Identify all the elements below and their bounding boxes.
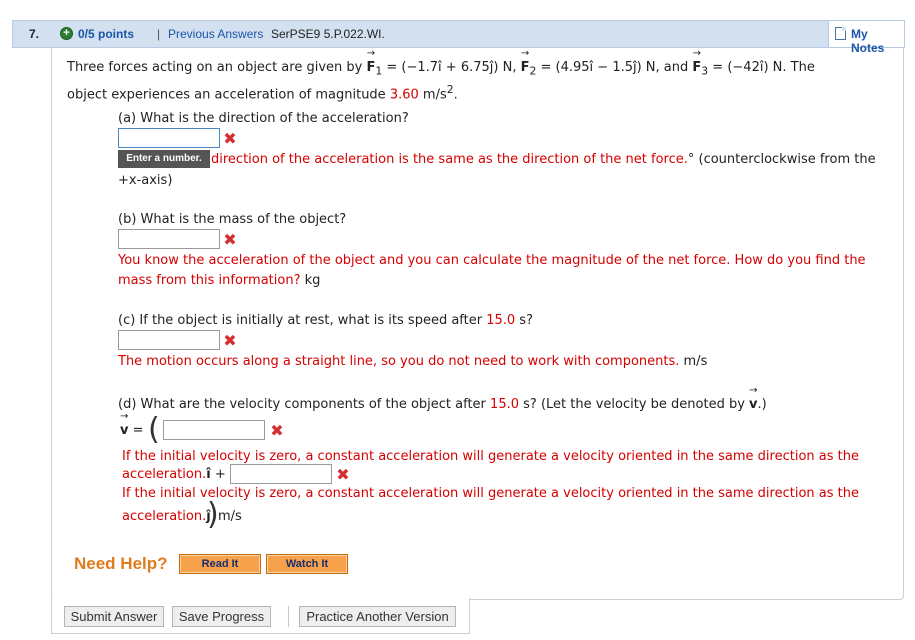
problem-text: Three forces acting on an object are giv… <box>67 60 367 75</box>
part-c-time: 15.0 <box>486 313 516 328</box>
part-a-unit: ° (counterclockwise from the <box>687 152 876 167</box>
part-b-feedback-2: mass from this information? <box>118 273 301 288</box>
f2-expression: = (4.95î − 1.5ĵ) N, and <box>536 60 693 75</box>
open-paren: ( <box>148 412 160 447</box>
button-divider <box>288 606 289 627</box>
part-d-feedback-2-line: acceleration.î + <box>122 467 226 482</box>
part-d-feedback-4: acceleration. <box>122 509 207 524</box>
vector-f3: F <box>692 48 701 75</box>
part-a-feedback-line: direction of the acceleration is the sam… <box>211 152 876 167</box>
part-c-feedback: The motion occurs along a straight line,… <box>118 354 680 369</box>
incorrect-x-icon: ✖ <box>270 421 284 440</box>
part-d-question: (d) What are the velocity components of … <box>118 385 767 412</box>
part-a-feedback: direction of the acceleration is the sam… <box>211 152 688 167</box>
part-d-time: 15.0 <box>490 397 519 412</box>
part-c-feedback-line: The motion occurs along a straight line,… <box>118 354 707 369</box>
part-d-question-end: .) <box>757 397 767 412</box>
part-d-feedback-3: If the initial velocity is zero, a const… <box>122 486 859 501</box>
part-d-feedback-1: If the initial velocity is zero, a const… <box>122 449 859 464</box>
acceleration-exponent: 2 <box>446 83 454 96</box>
my-notes-button[interactable]: My Notes <box>828 21 904 55</box>
problem-line-1: Three forces acting on an object are giv… <box>67 48 815 78</box>
acceleration-value: 3.60 <box>389 87 419 103</box>
vector-f1: F <box>366 48 375 75</box>
incorrect-x-icon: ✖ <box>223 129 237 148</box>
f1-expression: = (−1.7î + 6.75ĵ) N, <box>382 60 521 75</box>
save-progress-button[interactable]: Save Progress <box>172 606 271 627</box>
part-b-input[interactable] <box>118 229 220 249</box>
part-d-y-input[interactable] <box>230 464 332 484</box>
part-d-unit: m/s <box>218 509 242 524</box>
vector-v: v <box>749 385 758 412</box>
part-b-unit: kg <box>300 273 321 288</box>
part-d-feedback-2: acceleration. <box>122 467 207 482</box>
need-help-label: Need Help? <box>74 554 168 573</box>
part-b-feedback-1: You know the acceleration of the object … <box>118 253 866 268</box>
problem-line-2: object experiences an acceleration of ma… <box>67 83 458 102</box>
problem-text-2: object experiences an acceleration of ma… <box>67 87 390 103</box>
submit-answer-button[interactable]: Submit Answer <box>64 606 164 627</box>
watch-it-button[interactable]: Watch It <box>265 553 349 575</box>
part-c-question: (c) If the object is initially at rest, … <box>118 313 533 328</box>
part-d-feedback-4-line: acceleration.ĵ <box>122 509 211 524</box>
expand-plus-icon[interactable]: + <box>60 27 73 40</box>
part-a-input[interactable] <box>118 128 220 148</box>
part-d-x-input[interactable] <box>163 420 265 440</box>
question-header: 7. + 0/5 points | Previous Answers SerPS… <box>12 20 905 55</box>
part-c-input[interactable] <box>118 330 220 350</box>
part-b-question: (b) What is the mass of the object? <box>118 212 347 227</box>
question-number: 7. <box>29 27 40 41</box>
equals-sign: = <box>128 423 144 438</box>
part-d-question-mid: s? (Let the velocity be denoted by <box>519 397 750 412</box>
acceleration-unit: m/s <box>418 87 447 103</box>
incorrect-x-icon: ✖ <box>336 465 350 484</box>
incorrect-x-icon: ✖ <box>223 331 237 350</box>
incorrect-x-icon: ✖ <box>223 230 237 249</box>
previous-answers-link[interactable]: Previous Answers <box>168 27 263 41</box>
vector-v-eq: v <box>120 411 129 438</box>
period: . <box>453 87 458 103</box>
part-b-feedback-2-line: mass from this information? kg <box>118 273 320 288</box>
part-a-question: (a) What is the direction of the acceler… <box>118 111 409 126</box>
close-paren: ) <box>207 497 219 532</box>
plus-sign: + <box>210 467 226 482</box>
points-score: 0/5 points <box>78 27 135 41</box>
part-c-question-end: s? <box>515 313 533 328</box>
velocity-equation: v = <box>120 411 144 438</box>
part-a-unit-line2: +x-axis) <box>118 173 173 188</box>
read-it-button[interactable]: Read It <box>178 553 262 575</box>
notes-icon <box>835 27 846 40</box>
part-c-unit: m/s <box>679 354 708 369</box>
practice-another-version-button[interactable]: Practice Another Version <box>299 606 456 627</box>
part-c-question-text: (c) If the object is initially at rest, … <box>118 313 487 328</box>
enter-number-tooltip: Enter a number. <box>118 150 210 168</box>
vector-f2: F <box>521 48 530 75</box>
assignment-code: SerPSE9 5.P.022.WI. <box>271 27 385 41</box>
part-d-question-text: (d) What are the velocity components of … <box>118 397 491 412</box>
header-separator: | <box>157 27 161 41</box>
f3-expression: = (−42î) N. The <box>708 60 815 75</box>
